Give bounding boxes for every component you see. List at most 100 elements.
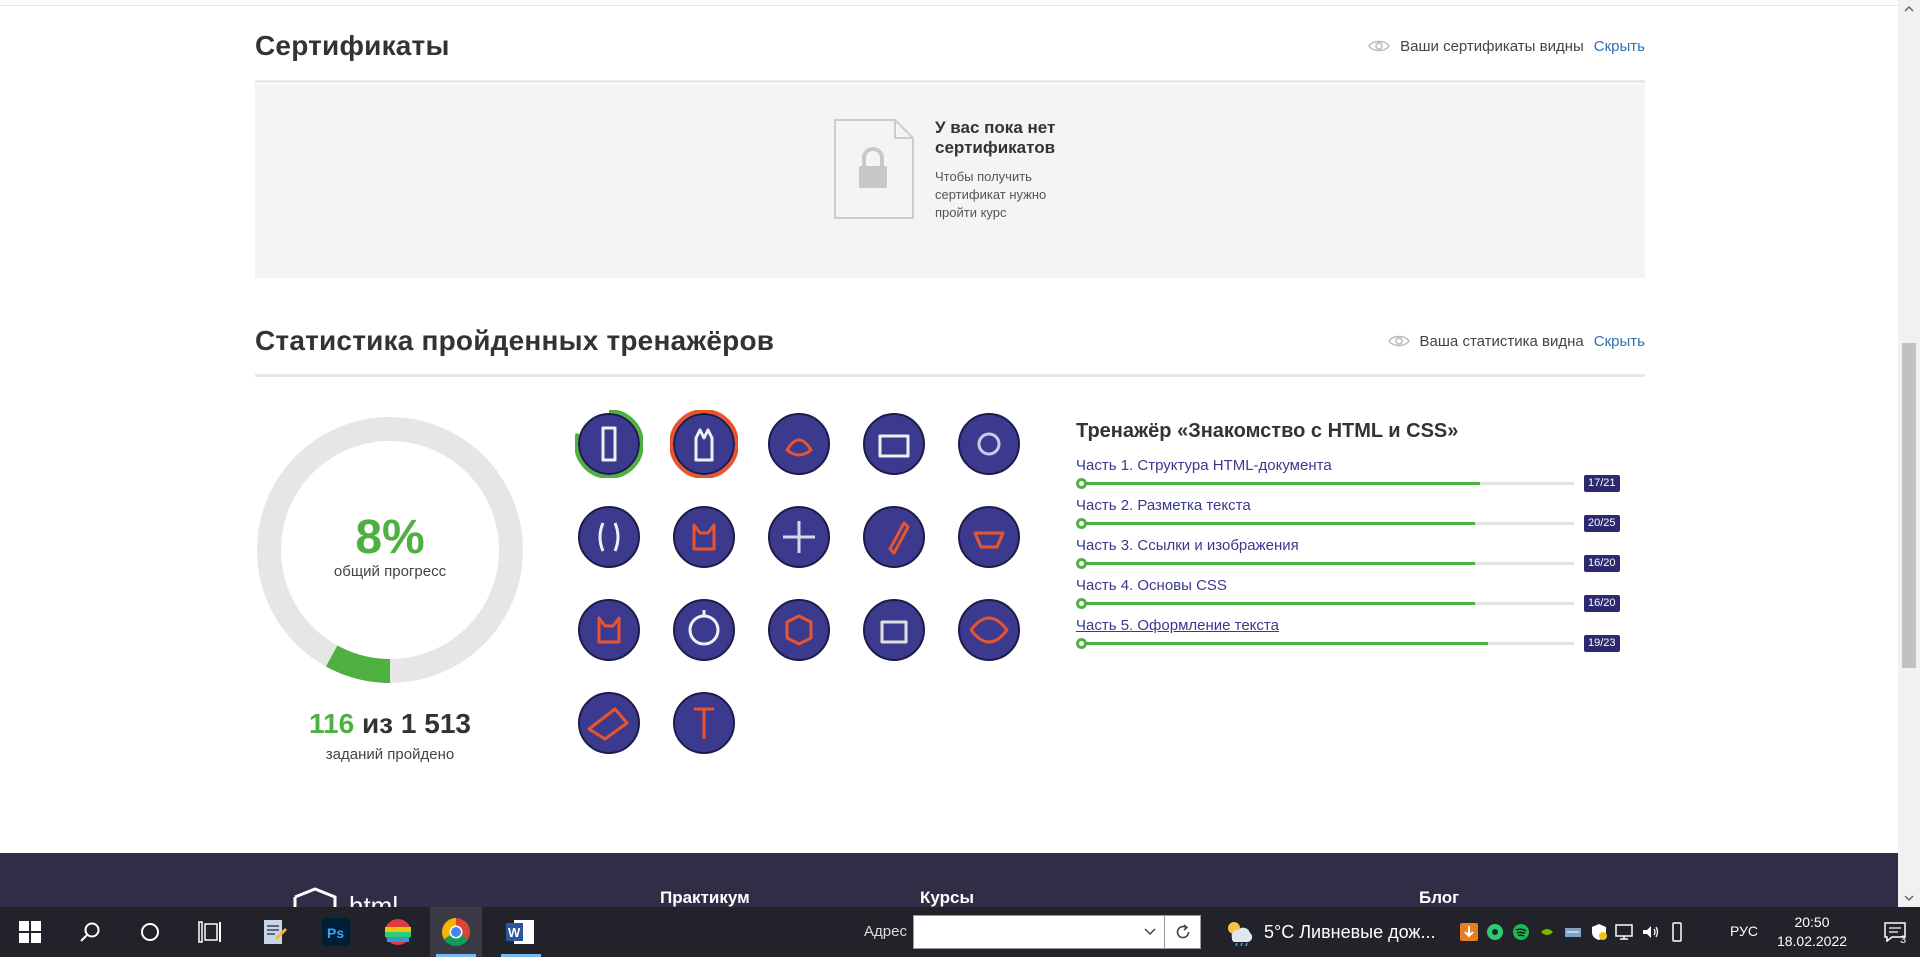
spinning-top-badge[interactable] [765, 410, 833, 478]
footer-link-courses[interactable]: Курсы [920, 888, 974, 907]
download-arrow-icon [1460, 923, 1478, 941]
part-progress-count: 19/23 [1584, 635, 1620, 652]
robot-remote-badge[interactable] [860, 596, 928, 664]
rainbow-ball-app-icon [385, 919, 411, 945]
locked-document-icon [834, 119, 914, 219]
stats-visibility-text: Ваша статистика видна [1419, 332, 1584, 350]
eye-icon [1368, 40, 1391, 52]
clock[interactable]: 20:50 18.02.2022 [1772, 913, 1852, 951]
typography-t-badge[interactable] [670, 689, 738, 757]
start-button[interactable] [4, 907, 56, 957]
diving-helmet-badge[interactable] [955, 410, 1023, 478]
trainer-part-link[interactable]: Часть 2. Разметка текста [1076, 497, 1251, 514]
part-progress-start-dot [1076, 518, 1087, 529]
anvil-badge[interactable] [955, 503, 1023, 571]
part-progress-bar [1076, 638, 1574, 649]
fox-cat-cup-badge[interactable] [575, 596, 643, 664]
address-toolbar-input[interactable] [913, 915, 1165, 949]
orbit-sphere-badge[interactable] [955, 596, 1023, 664]
traffic-light-badge[interactable] [575, 410, 643, 478]
speaker-icon [1643, 926, 1659, 938]
clock-time: 20:50 [1794, 914, 1830, 930]
tray-volume[interactable] [1638, 907, 1664, 957]
part-progress-count: 16/20 [1584, 595, 1620, 612]
tray-vpn[interactable] [1560, 907, 1586, 957]
paint-brush-badge[interactable] [860, 503, 928, 571]
trainer-part: Часть 5. Оформление текста 19/23 [1076, 617, 1636, 657]
address-go-button[interactable] [1165, 915, 1201, 949]
hand-badge[interactable] [670, 410, 738, 478]
language-indicator[interactable]: РУС [1730, 923, 1758, 939]
tray-security[interactable] [1586, 907, 1612, 957]
certificates-empty-panel: У вас пока нет сертификатов Чтобы получи… [255, 84, 1645, 278]
footer-link-blog[interactable]: Блог [1419, 888, 1459, 907]
part-progress-fill [1080, 642, 1489, 645]
tray-app-green-cog[interactable] [1482, 907, 1508, 957]
network-drive-icon [1565, 928, 1581, 937]
part-progress-start-dot [1076, 638, 1087, 649]
weather-text: 5°C Ливневые дож... [1264, 921, 1436, 942]
notifications-count: 3 [1900, 934, 1907, 946]
trainer-part: Часть 4. Основы CSS 16/20 [1076, 577, 1636, 617]
football-field-badge[interactable] [765, 503, 833, 571]
page: Сертификаты Ваши сертификаты видны Скрыт… [0, 0, 1898, 907]
chevron-down-icon[interactable] [1144, 928, 1156, 936]
progress-label: общий прогресс [333, 563, 447, 580]
tray-torrent[interactable] [1456, 907, 1482, 957]
chainsaw-badge[interactable] [575, 689, 643, 757]
vector-circle-badge[interactable] [670, 596, 738, 664]
address-toolbar-label: Адрес [864, 923, 907, 940]
curly-braces-badge[interactable] [575, 503, 643, 571]
usb-device-icon [1672, 922, 1682, 942]
trainer-part-link[interactable]: Часть 4. Основы CSS [1076, 577, 1227, 594]
chrome-app-icon [442, 918, 470, 946]
cube-grid-badge[interactable] [765, 596, 833, 664]
taskbar-app-word[interactable]: W [495, 907, 547, 957]
trainer-part: Часть 1. Структура HTML-документа 17/21 [1076, 457, 1636, 497]
scroll-up-arrow-icon[interactable] [1898, 0, 1920, 18]
footer: html Практикум Курсы Блог [0, 853, 1898, 907]
part-progress-start-dot [1076, 478, 1087, 489]
notifications-button[interactable]: 3 [1870, 907, 1920, 957]
php-clapper-badge[interactable] [860, 410, 928, 478]
cortana-button[interactable] [124, 907, 176, 957]
tray-network[interactable] [1612, 907, 1638, 957]
trainer-part-link[interactable]: Часть 1. Структура HTML-документа [1076, 457, 1332, 474]
refresh-icon [1176, 924, 1189, 939]
stats-title: Статистика пройденных тренажёров [255, 325, 775, 356]
fox-cat-badge[interactable] [670, 503, 738, 571]
progress-percent: 8% [355, 511, 425, 564]
taskbar-app-colorful[interactable] [372, 907, 424, 957]
certificates-empty-title: У вас пока нет сертификатов [935, 118, 1056, 157]
part-progress-bar [1076, 558, 1574, 569]
part-progress-count: 16/20 [1584, 555, 1620, 572]
tray-nvidia[interactable] [1534, 907, 1560, 957]
footer-link-praktikum[interactable]: Практикум [660, 888, 750, 907]
scrollbar-thumb[interactable] [1902, 343, 1916, 668]
tray-usb[interactable] [1664, 907, 1690, 957]
weather-widget[interactable]: 5°C Ливневые дож... [1224, 907, 1435, 957]
trainer-part-link[interactable]: Часть 5. Оформление текста [1076, 617, 1279, 634]
certificates-hide-link[interactable]: Скрыть [1594, 38, 1645, 55]
trainer-part-link[interactable]: Часть 3. Ссылки и изображения [1076, 537, 1299, 554]
certificates-header: Сертификаты Ваши сертификаты видны Скрыт… [255, 30, 1645, 62]
search-button[interactable] [64, 907, 116, 957]
nvidia-icon [1538, 923, 1556, 941]
spotify-icon [1513, 924, 1529, 940]
eye-icon [1387, 335, 1410, 347]
certificates-visibility: Ваши сертификаты видны Скрыть [1368, 38, 1645, 55]
task-view-button[interactable] [184, 907, 236, 957]
taskbar-app-notepad[interactable] [248, 907, 300, 957]
vertical-scrollbar[interactable] [1898, 0, 1920, 907]
scroll-down-arrow-icon[interactable] [1898, 889, 1920, 907]
html-academy-logo[interactable]: html [293, 887, 443, 907]
stats-divider [255, 374, 1645, 377]
part-progress-count: 20/25 [1584, 515, 1620, 532]
trainer-panel: Тренажёр «Знакомство с HTML и CSS» Часть… [1076, 420, 1636, 657]
tray-spotify[interactable] [1508, 907, 1534, 957]
security-warning-icon [1592, 924, 1607, 940]
taskbar-app-chrome[interactable] [430, 907, 482, 957]
stats-hide-link[interactable]: Скрыть [1594, 333, 1645, 350]
badges-grid [575, 410, 1050, 760]
taskbar-app-photoshop[interactable]: Ps [310, 907, 362, 957]
